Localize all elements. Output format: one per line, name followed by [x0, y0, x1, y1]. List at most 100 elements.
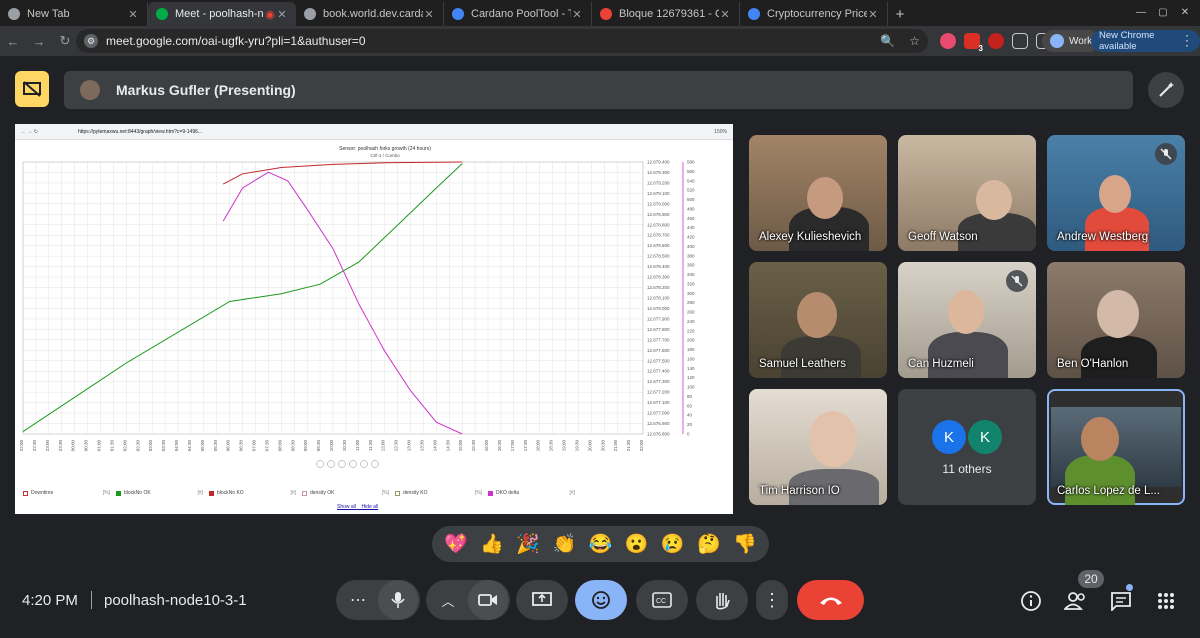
extension-icon[interactable] — [940, 33, 956, 49]
reaction-heart-icon[interactable]: 💖 — [441, 532, 471, 556]
apps-grid-icon — [1158, 593, 1174, 609]
others-tile[interactable]: K K 11 others — [898, 389, 1036, 505]
chevron-up-icon[interactable]: ︿ — [428, 591, 468, 610]
reaction-thumbs-down-icon[interactable]: 👎 — [730, 532, 760, 556]
stop-presenting-button[interactable] — [15, 71, 49, 107]
close-window-icon[interactable]: ✕ — [1174, 2, 1196, 22]
close-tab-icon[interactable]: ✕ — [423, 8, 435, 21]
meeting-details-button[interactable] — [1018, 588, 1044, 614]
y1-tick-label: 12.677.600 — [647, 348, 670, 353]
legend-item[interactable]: density OK [%] — [302, 490, 395, 496]
audio-options-icon[interactable]: ⋯ — [338, 590, 378, 610]
maximize-icon[interactable]: ▢ — [1152, 2, 1174, 22]
extension-icon[interactable] — [988, 33, 1004, 49]
extension-icon[interactable]: 3 — [964, 33, 983, 53]
legend-item[interactable]: DKO delta [#] — [488, 490, 581, 496]
x-tick-label: 22:00 — [19, 440, 24, 452]
legend-links: Show all Hide all — [337, 504, 378, 510]
bookmark-star-icon[interactable]: ☆ — [909, 34, 920, 48]
participant-name: Samuel Leathers — [759, 358, 846, 370]
present-button[interactable] — [516, 580, 568, 620]
chat-icon — [1111, 592, 1131, 611]
tab-book[interactable]: book.world.dev.cardan ✕ — [296, 2, 444, 26]
raise-hand-button[interactable] — [696, 580, 748, 620]
participant-tile[interactable]: Ben O'Hanlon — [1047, 262, 1185, 378]
zoom-icon[interactable]: 🔍 — [880, 34, 895, 48]
minimize-icon[interactable]: — — [1130, 2, 1152, 22]
tab-pooltool[interactable]: Cardano PoolTool - The ✕ — [444, 2, 592, 26]
profile-avatar — [1050, 34, 1064, 48]
x-tick-label: 21:00 — [613, 440, 618, 452]
y2-tick-label: 80 — [687, 394, 693, 399]
x-tick-label: 07:00 — [252, 440, 257, 452]
explorer-icon — [600, 8, 612, 20]
x-tick-label: 23:00 — [45, 440, 50, 452]
pager-button — [316, 460, 324, 468]
more-options-button[interactable]: ⋮ — [756, 580, 788, 620]
legend-swatch — [23, 490, 28, 496]
show-all-link[interactable]: Show all — [337, 504, 356, 510]
hide-all-link[interactable]: Hide all — [361, 504, 378, 510]
reaction-surprised-icon[interactable]: 😮 — [622, 532, 652, 556]
close-tab-icon[interactable]: ✕ — [719, 8, 731, 21]
address-bar[interactable]: ⚙ meet.google.com/oai-ugfk-yru?pli=1&aut… — [76, 29, 928, 53]
close-tab-icon[interactable]: ✕ — [127, 8, 139, 21]
participant-avatar: K — [932, 420, 966, 454]
x-tick-label: 09:00 — [303, 440, 308, 452]
y2-tick-label: 100 — [687, 385, 695, 390]
y2-tick-label: 180 — [687, 347, 695, 352]
x-tick-label: 18:00 — [536, 440, 541, 452]
browser-menu-icon[interactable]: ⋮ — [1180, 32, 1194, 49]
new-tab-button[interactable]: + — [888, 2, 912, 26]
legend-item[interactable]: Downtime [%] — [23, 490, 116, 496]
legend-swatch — [116, 490, 121, 496]
svg-text:CC: CC — [656, 598, 666, 605]
reload-icon[interactable]: ↻ — [52, 33, 78, 49]
tab-bloque[interactable]: Bloque 12679361 - Card ✕ — [592, 2, 740, 26]
legend-item[interactable]: blockNo KO [#] — [209, 490, 302, 496]
participant-tile[interactable]: Geoff Watson — [898, 135, 1036, 251]
x-tick-label: 23:30 — [58, 440, 63, 452]
y2-tick-label: 240 — [687, 319, 695, 324]
participant-tile[interactable]: Can Huzmeli — [898, 262, 1036, 378]
reaction-thinking-icon[interactable]: 🤔 — [694, 532, 724, 556]
x-tick-label: 15:00 — [458, 440, 463, 452]
reaction-laugh-icon[interactable]: 😂 — [585, 532, 615, 556]
participant-tile[interactable]: Alexey Kulieshevich — [749, 135, 887, 251]
y2-tick-label: 40 — [687, 413, 693, 418]
people-button[interactable] — [1063, 588, 1089, 614]
participant-tile[interactable]: Tim Harrison IO — [749, 389, 887, 505]
close-tab-icon[interactable]: ✕ — [276, 8, 288, 21]
chat-button[interactable] — [1108, 588, 1134, 614]
site-info-icon[interactable]: ⚙ — [84, 34, 98, 48]
reactions-button[interactable] — [575, 580, 627, 620]
leave-call-button[interactable] — [797, 580, 864, 620]
legend-item[interactable]: blockNo OK [#] — [116, 490, 209, 496]
tab-crypto[interactable]: Cryptocurrency Prices, C ✕ — [740, 2, 888, 26]
back-icon[interactable]: ← — [0, 34, 26, 49]
x-tick-label: 06:30 — [239, 440, 244, 452]
legend-item[interactable]: density KO [%] — [395, 490, 488, 496]
annotate-button[interactable] — [1148, 72, 1184, 108]
tab-new-tab[interactable]: New Tab ✕ — [0, 2, 148, 26]
y2-tick-label: 360 — [687, 263, 695, 268]
reaction-sad-icon[interactable]: 😢 — [658, 532, 688, 556]
camera-button[interactable] — [468, 580, 508, 620]
reaction-party-icon[interactable]: 🎉 — [513, 532, 543, 556]
extensions-puzzle-icon[interactable] — [1012, 33, 1028, 49]
reaction-clap-icon[interactable]: 👏 — [549, 532, 579, 556]
participant-tile[interactable]: Andrew Westberg — [1047, 135, 1185, 251]
activities-button[interactable] — [1153, 588, 1179, 614]
close-tab-icon[interactable]: ✕ — [571, 8, 583, 21]
self-tile[interactable]: Carlos Lopez de L... — [1047, 389, 1185, 505]
captions-button[interactable]: CC — [636, 580, 688, 620]
browser-tab-bar: New Tab ✕ Meet - poolhash-nod ◉ ✕ book.w… — [0, 0, 1200, 26]
participant-avatar: K — [968, 420, 1002, 454]
reaction-thumbs-up-icon[interactable]: 👍 — [477, 532, 507, 556]
x-tick-label: 18:30 — [549, 440, 554, 452]
close-tab-icon[interactable]: ✕ — [867, 8, 879, 21]
forward-icon[interactable]: → — [26, 34, 52, 49]
participant-tile[interactable]: Samuel Leathers — [749, 262, 887, 378]
microphone-button[interactable] — [378, 580, 418, 620]
tab-meet[interactable]: Meet - poolhash-nod ◉ ✕ — [148, 2, 296, 26]
